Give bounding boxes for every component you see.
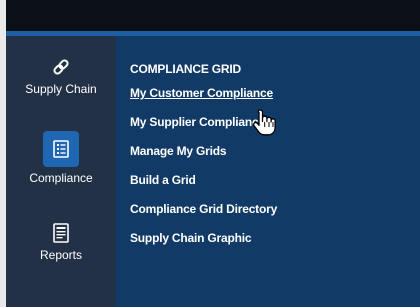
- compliance-dropdown-menu: COMPLIANCE GRID My Customer Compliance M…: [130, 62, 277, 260]
- sidebar-item-compliance[interactable]: Compliance: [6, 131, 116, 185]
- sidebar-item-label: Compliance: [29, 171, 93, 185]
- checklist-icon: [43, 131, 79, 167]
- sidebar: Supply Chain Compliance Reports: [6, 36, 116, 307]
- sidebar-item-supply-chain[interactable]: Supply Chain: [6, 56, 116, 96]
- sidebar-item-label: Supply Chain: [25, 82, 97, 96]
- menu-item-compliance-grid-directory[interactable]: Compliance Grid Directory: [130, 202, 277, 231]
- menu-item-supply-chain-graphic[interactable]: Supply Chain Graphic: [130, 231, 277, 260]
- link-icon: [49, 56, 73, 78]
- top-bar: [6, 0, 420, 36]
- sidebar-item-label: Reports: [39, 248, 83, 262]
- menu-heading: COMPLIANCE GRID: [130, 62, 242, 76]
- menu-item-manage-my-grids[interactable]: Manage My Grids: [130, 144, 277, 173]
- hand-cursor-icon: [252, 108, 280, 138]
- sidebar-item-reports[interactable]: Reports: [6, 222, 116, 262]
- report-icon: [49, 222, 73, 244]
- menu-item-build-a-grid[interactable]: Build a Grid: [130, 173, 277, 202]
